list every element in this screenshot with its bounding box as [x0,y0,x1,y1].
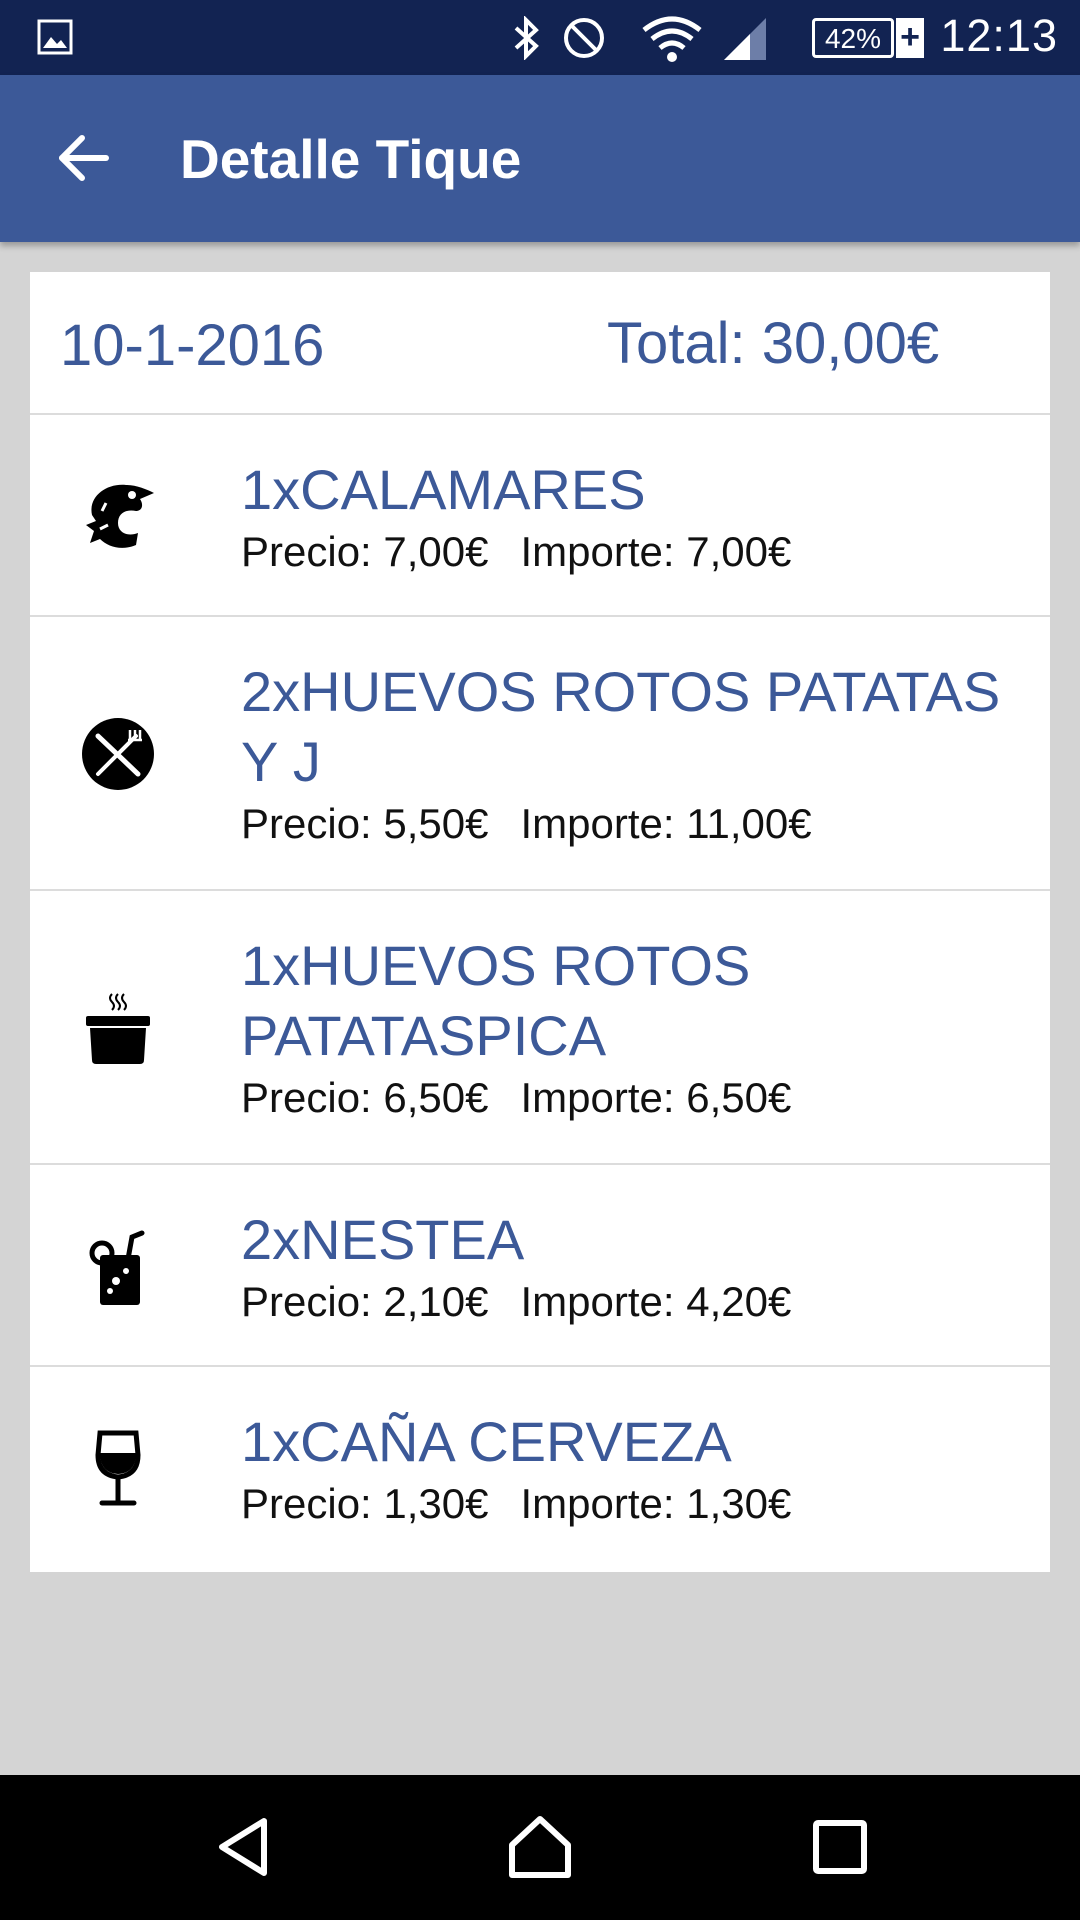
image-notification-icon [37,19,73,55]
item-name: 1xHUEVOS ROTOS PATATASPICA [241,934,751,1067]
list-item[interactable]: 2xHUEVOS ROTOS PATATAS Y J Precio: 5,50€… [30,617,1050,891]
fork-knife-icon [82,718,154,790]
ticket-card: 10-1-2016 Total: 30,00€ 1xCALAMARES Prec… [30,272,1050,1572]
seafood-icon [86,484,154,548]
list-item[interactable]: 2xNESTEA Precio: 2,10€ Importe: 4,20€ [30,1165,1050,1367]
list-item[interactable]: 1xHUEVOS ROTOS PATATASPICA Precio: 6,50€… [30,891,1050,1165]
item-amount: Importe: 6,50€ [520,1074,792,1121]
back-nav-icon[interactable] [212,1815,276,1879]
back-arrow-icon[interactable] [56,130,112,186]
item-amount: Importe: 11,00€ [520,800,812,847]
recents-nav-icon[interactable] [808,1815,872,1879]
item-price: Precio: 7,00€ [241,528,489,575]
item-price: Precio: 6,50€ [241,1074,489,1121]
item-name: 1xCAÑA CERVEZA [241,1410,732,1473]
list-item[interactable]: 1xCALAMARES Precio: 7,00€ Importe: 7,00€ [30,415,1050,617]
item-amount: Importe: 1,30€ [520,1480,792,1527]
ticket-date: 10-1-2016 [60,313,325,378]
item-name: 1xCALAMARES [241,458,646,521]
charging-icon: + [896,18,924,58]
item-name: 2xNESTEA [241,1208,525,1271]
navigation-bar [0,1775,1080,1920]
item-amount: Importe: 7,00€ [520,528,792,575]
ticket-header: 10-1-2016 Total: 30,00€ [30,272,1050,415]
item-name: 2xHUEVOS ROTOS PATATAS Y J [241,660,1001,793]
home-nav-icon[interactable] [508,1815,572,1879]
app-bar: Detalle Tique [0,75,1080,242]
item-price: Precio: 1,30€ [241,1480,489,1527]
cooking-pot-icon [86,993,150,1064]
cell-signal-icon [724,18,766,60]
battery-icon: 42% [812,18,894,58]
page-title: Detalle Tique [180,128,522,190]
do-not-disturb-icon [564,18,604,58]
item-price: Precio: 5,50€ [241,800,489,847]
soft-drink-icon [89,1230,145,1305]
status-bar: 42% + 12:13 [0,0,1080,75]
item-price: Precio: 2,10€ [241,1278,489,1325]
ticket-total: Total: 30,00€ [607,311,940,376]
bluetooth-icon [514,16,539,60]
list-item[interactable]: 1xCAÑA CERVEZA Precio: 1,30€ Importe: 1,3… [30,1367,1050,1569]
item-amount: Importe: 4,20€ [520,1278,792,1325]
clock: 12:13 [940,10,1058,61]
wifi-icon [642,16,702,62]
battery-level: 42% [824,23,882,54]
wine-glass-icon [95,1430,141,1506]
